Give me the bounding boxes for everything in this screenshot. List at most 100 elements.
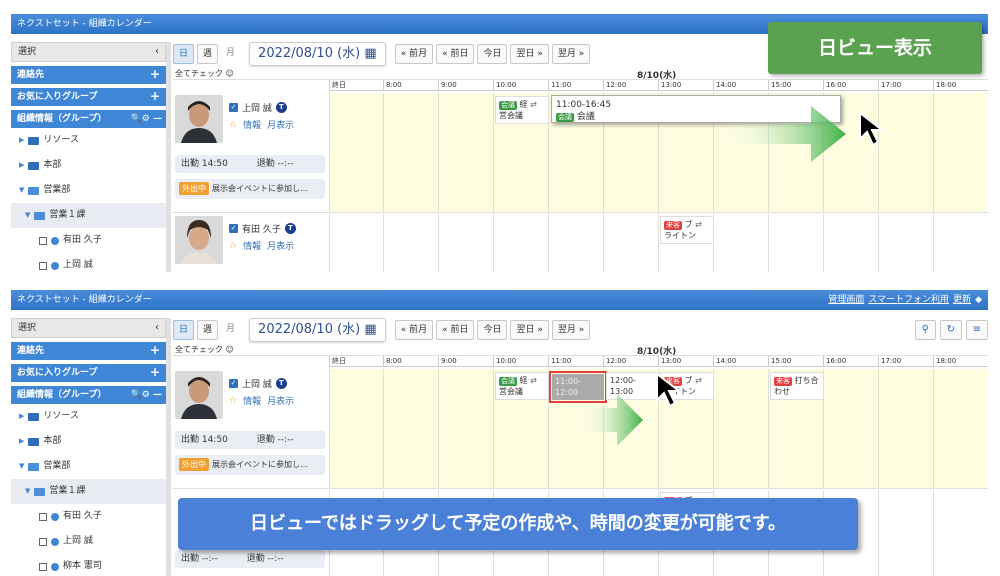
- expand-icon[interactable]: ▶: [19, 128, 24, 153]
- admin-link[interactable]: 管理画面: [828, 290, 864, 310]
- prev-day-button[interactable]: « 前日: [436, 320, 475, 340]
- expand-icon[interactable]: ▶: [19, 153, 24, 178]
- user-checkbox[interactable]: [39, 261, 47, 270]
- add-favorite-icon[interactable]: +: [150, 364, 160, 380]
- tree-item-user-yanagimoto[interactable]: 柳本 憲司: [11, 554, 166, 576]
- next-day-button[interactable]: 翌日 »: [510, 320, 549, 340]
- menu-icon[interactable]: ≡: [965, 320, 988, 340]
- folder-icon: [28, 437, 40, 446]
- tree-item-resource[interactable]: ▶ リソース: [11, 404, 166, 429]
- tree-item-user-arita[interactable]: 有田 久子: [11, 504, 166, 529]
- favorites-section[interactable]: お気に入りグループ +: [11, 88, 166, 106]
- add-favorite-icon[interactable]: +: [150, 88, 160, 104]
- sidebar-scrollbar[interactable]: [166, 42, 171, 272]
- collapse-tree-icon[interactable]: ▼: [25, 479, 30, 504]
- user-search-icon[interactable]: ⚲: [914, 320, 936, 340]
- user-checkbox[interactable]: [39, 562, 47, 571]
- month-link[interactable]: 月表示: [267, 394, 294, 407]
- event-meeting[interactable]: 会議 経 ⇄ 営会議: [495, 96, 549, 124]
- collapse-icon[interactable]: ‹: [155, 43, 159, 61]
- expand-icon[interactable]: ▶: [19, 429, 24, 454]
- add-contact-icon[interactable]: +: [150, 66, 160, 82]
- star-icon[interactable]: ☆: [229, 241, 237, 251]
- day-view-button[interactable]: 日: [173, 320, 195, 340]
- tree-item-sales1[interactable]: ▼ 営業１課: [11, 203, 166, 228]
- sidebar-select-header[interactable]: 選択 ‹: [11, 318, 166, 338]
- prev-month-button[interactable]: « 前月: [394, 320, 434, 340]
- user-checkbox[interactable]: [39, 236, 47, 245]
- month-link[interactable]: 月表示: [267, 239, 294, 252]
- user-name[interactable]: 上岡 誠: [242, 377, 272, 390]
- user-name[interactable]: 上岡 誠: [242, 101, 272, 114]
- collapse-tree-icon[interactable]: ▼: [25, 203, 30, 228]
- date-picker[interactable]: 2022/08/10 (水) ▦: [249, 318, 386, 342]
- org-section[interactable]: 組織情報（グループ） 🔍⚙ —: [11, 386, 166, 404]
- tree-label: 上岡 誠: [63, 260, 93, 270]
- tree-item-sales[interactable]: ▼ 営業部: [11, 454, 166, 479]
- contacts-section[interactable]: 連絡先 +: [11, 66, 166, 84]
- event-meeting[interactable]: 会議 経 ⇄ 営会議: [495, 372, 549, 400]
- reload-icon[interactable]: ↻: [939, 320, 962, 340]
- user-check-icon[interactable]: ✓: [229, 224, 238, 233]
- favorites-label: お気に入りグループ: [17, 368, 98, 378]
- tree-item-honbu[interactable]: ▶ 本部: [11, 429, 166, 454]
- event-visit[interactable]: 来客 ブ ⇄ ライトン: [660, 216, 714, 244]
- info-link[interactable]: 情報: [243, 394, 261, 407]
- user-name[interactable]: 有田 久子: [242, 222, 281, 235]
- org-tools-icons[interactable]: 🔍⚙ —: [131, 110, 162, 128]
- user-checkbox[interactable]: [39, 537, 47, 546]
- smartphone-link[interactable]: スマートフォン利用: [868, 290, 949, 310]
- check-all[interactable]: 全てチェック ☺: [175, 68, 234, 79]
- date-picker[interactable]: 2022/08/10 (水) ▦: [249, 42, 386, 66]
- info-link[interactable]: 情報: [243, 118, 261, 131]
- tree-item-sales1[interactable]: ▼ 営業１課: [11, 479, 166, 504]
- month-link[interactable]: 月表示: [267, 118, 294, 131]
- favorites-section[interactable]: お気に入りグループ +: [11, 364, 166, 382]
- tree-item-user-kamioka[interactable]: 上岡 誠: [11, 253, 166, 272]
- sidebar-scrollbar[interactable]: [166, 318, 171, 576]
- expand-icon[interactable]: ▶: [19, 404, 24, 429]
- collapse-icon[interactable]: ‹: [155, 319, 159, 337]
- contacts-section[interactable]: 連絡先 +: [11, 342, 166, 360]
- org-section[interactable]: 組織情報（グループ） 🔍⚙ —: [11, 110, 166, 128]
- user-timeline[interactable]: [329, 214, 988, 272]
- user-check-icon[interactable]: ✓: [229, 103, 238, 112]
- month-view-button[interactable]: 月: [221, 320, 240, 340]
- next-month-button[interactable]: 翌月 »: [551, 320, 591, 340]
- check-all[interactable]: 全てチェック ☺: [175, 344, 234, 355]
- tree-item-user-arita[interactable]: 有田 久子: [11, 228, 166, 253]
- week-view-button[interactable]: 週: [197, 44, 219, 64]
- tree-item-resource[interactable]: ▶ リソース: [11, 128, 166, 153]
- add-contact-icon[interactable]: +: [150, 342, 160, 358]
- star-icon[interactable]: ☆: [229, 396, 237, 406]
- star-icon[interactable]: ☆: [229, 120, 237, 130]
- drag-arrow-icon: [581, 394, 643, 446]
- user-checkbox[interactable]: [39, 512, 47, 521]
- org-tools-icons[interactable]: 🔍⚙ —: [131, 386, 162, 404]
- app-title: ネクストセット - 組織カレンダー: [17, 19, 152, 29]
- today-button[interactable]: 今日: [477, 320, 508, 340]
- day-view-button[interactable]: 日: [173, 44, 195, 64]
- org-label: 組織情報（グループ）: [17, 114, 107, 124]
- tree-item-user-kamioka[interactable]: 上岡 誠: [11, 529, 166, 554]
- month-view-button[interactable]: 月: [221, 44, 240, 64]
- next-day-button[interactable]: 翌日 »: [510, 44, 549, 64]
- refresh-link[interactable]: 更新: [953, 290, 971, 310]
- sidebar-select-header[interactable]: 選択 ‹: [11, 42, 166, 62]
- info-link[interactable]: 情報: [243, 239, 261, 252]
- bell-icon[interactable]: ◆: [975, 290, 982, 310]
- drag-start: 11:00-: [555, 377, 581, 386]
- user-check-icon[interactable]: ✓: [229, 379, 238, 388]
- tree-item-sales[interactable]: ▼ 営業部: [11, 178, 166, 203]
- tree-item-honbu[interactable]: ▶ 本部: [11, 153, 166, 178]
- popup-tag: 会議: [556, 113, 574, 122]
- today-button[interactable]: 今日: [477, 44, 508, 64]
- event-meeting-2[interactable]: 来客 打ち合 わせ: [770, 372, 824, 400]
- collapse-tree-icon[interactable]: ▼: [19, 454, 24, 479]
- week-view-button[interactable]: 週: [197, 320, 219, 340]
- collapse-tree-icon[interactable]: ▼: [19, 178, 24, 203]
- prev-day-button[interactable]: « 前日: [436, 44, 475, 64]
- prev-month-button[interactable]: « 前月: [394, 44, 434, 64]
- folder-open-icon: [28, 186, 40, 195]
- next-month-button[interactable]: 翌月 »: [551, 44, 591, 64]
